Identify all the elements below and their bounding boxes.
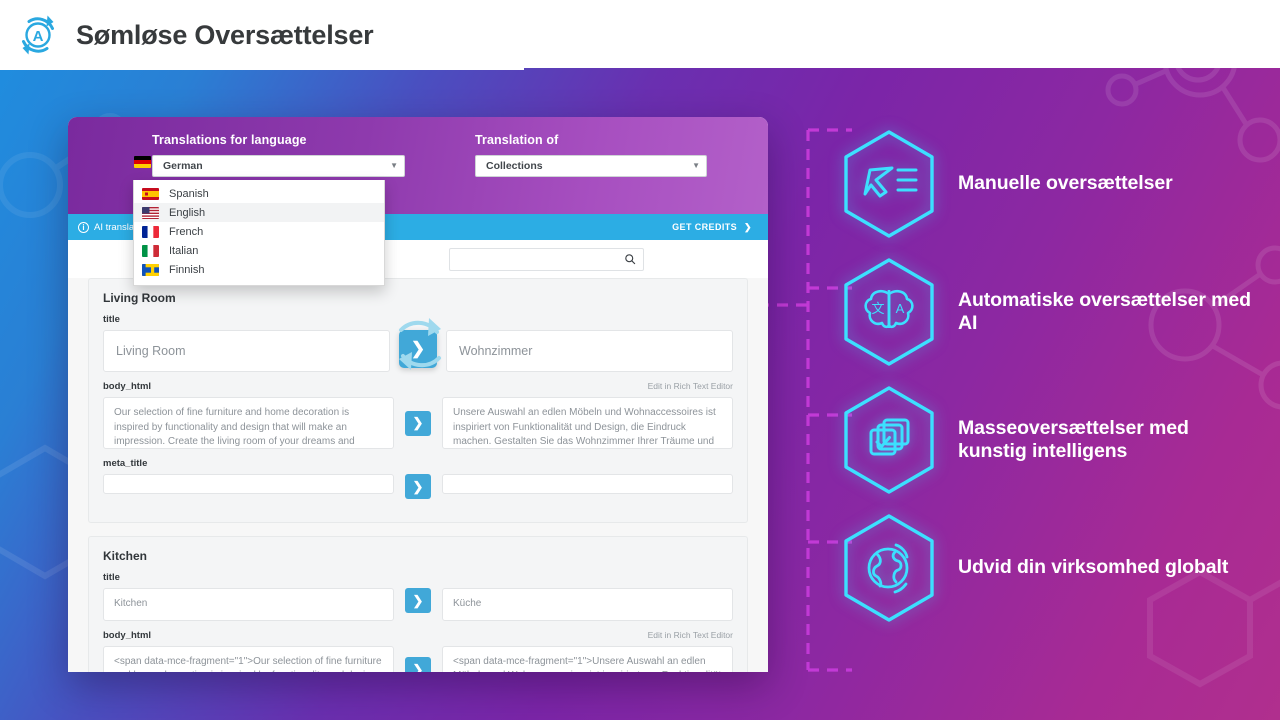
chevron-right-icon: ❯ <box>744 221 752 232</box>
info-icon: i <box>78 221 89 233</box>
cursor-lines-icon <box>840 128 938 240</box>
source-field-title[interactable]: Living Room <box>103 330 390 373</box>
language-option-italian[interactable]: Italian <box>134 241 384 260</box>
language-option-french[interactable]: French <box>134 222 384 241</box>
language-option-label: Finnish <box>169 263 205 276</box>
field-name-label: title <box>103 572 120 584</box>
feature-item-bulk-translations-ai: Masseoversættelser med kunstig intellige… <box>840 376 1280 504</box>
stacked-documents-check-icon <box>840 384 938 496</box>
target-field-body-html[interactable]: Unsere Auswahl an edlen Möbeln und Wohna… <box>442 397 733 450</box>
section-title: Kitchen <box>103 549 148 564</box>
get-credits-button[interactable]: GET CREDITS ❯ <box>672 222 752 233</box>
field-header-meta-title: meta_title <box>103 458 733 474</box>
source-field-body-html[interactable]: <span data-mce-fragment="1">Our selectio… <box>103 645 394 672</box>
feature-item-automatic-translations-ai: 文 A Automatiske oversættelser med AI <box>840 248 1280 376</box>
get-credits-label: GET CREDITS <box>672 222 738 232</box>
translations-body: Living Room title Living Room ❯ Wohnzimm… <box>68 278 768 672</box>
field-name-label: body_html <box>103 629 152 641</box>
flag-germany-icon <box>134 156 151 168</box>
chevron-down-icon: ▼ <box>390 161 398 170</box>
language-option-label: Italian <box>169 244 199 257</box>
header-banner: A Sømløse Oversættelser <box>0 0 524 70</box>
translation-of-value: Collections <box>486 160 543 172</box>
search-icon <box>625 254 636 265</box>
translate-button[interactable]: ❯ <box>405 657 431 672</box>
search-input[interactable] <box>457 253 624 265</box>
translation-row: <span data-mce-fragment="1">Our selectio… <box>103 645 733 672</box>
feature-list: Manuelle oversættelser 文 A Automatiske o… <box>840 120 1280 632</box>
language-option-spanish[interactable]: Spanish <box>134 184 384 203</box>
language-option-label: Spanish <box>169 187 209 200</box>
translate-button[interactable]: ❯ <box>405 588 431 614</box>
flag-usa-icon <box>142 206 159 219</box>
field-name-label: title <box>103 314 120 325</box>
section-panel-living-room: Living Room title Living Room ❯ Wohnzimm… <box>88 278 748 524</box>
globe-icon <box>840 512 938 624</box>
edit-rich-text-link[interactable]: Edit in Rich Text Editor <box>648 630 733 640</box>
svg-text:A: A <box>33 28 44 45</box>
flag-finland-icon <box>142 263 159 276</box>
field-header-body-html: body_html Edit in Rich Text Editor <box>103 381 733 397</box>
feature-item-expand-business-globally: Udvid din virksomhed globalt <box>840 504 1280 632</box>
search-box[interactable] <box>449 247 644 271</box>
translation-row: Kitchen ❯ Küche <box>103 588 733 621</box>
translation-row: Our selection of fine furniture and home… <box>103 397 733 450</box>
translation-row: ❯ <box>103 474 733 500</box>
language-select-value: German <box>163 160 203 172</box>
source-field-meta-title[interactable] <box>103 474 394 495</box>
language-option-label: French <box>169 225 204 238</box>
source-field-body-html[interactable]: Our selection of fine furniture and home… <box>103 397 394 450</box>
language-dropdown-list[interactable]: Spanish English French Italian Finnish <box>133 156 385 286</box>
translate-button[interactable]: ❯ <box>405 474 431 500</box>
translation-of-group: Translation of Collections ▼ <box>475 133 707 214</box>
field-name-label: meta_title <box>103 458 148 470</box>
section-panel-kitchen: Kitchen title Kitchen ❯ Küche body_html … <box>88 536 748 672</box>
flag-spain-icon <box>142 187 159 200</box>
feature-item-manual-translations: Manuelle oversættelser <box>840 120 1280 248</box>
brain-translate-ai-icon: 文 A <box>840 256 938 368</box>
field-header-title: title <box>103 314 733 330</box>
target-field-body-html[interactable]: <span data-mce-fragment="1">Unsere Auswa… <box>442 645 733 672</box>
field-name-label: body_html <box>103 381 152 393</box>
language-option-finnish[interactable]: Finnish <box>134 260 384 279</box>
translation-of-label: Translation of <box>475 133 559 147</box>
language-field-label: Translations for language <box>152 133 307 147</box>
circular-arrows-a-logo-icon: A <box>14 11 62 59</box>
feature-label: Manuelle oversættelser <box>958 172 1173 195</box>
target-field-title[interactable]: Wohnzimmer <box>446 330 733 373</box>
source-field-title[interactable]: Kitchen <box>103 588 394 621</box>
field-header-title: title <box>103 572 733 588</box>
field-header-body-html: body_html Edit in Rich Text Editor <box>103 630 733 646</box>
target-field-meta-title[interactable] <box>442 474 733 495</box>
edit-rich-text-link[interactable]: Edit in Rich Text Editor <box>648 381 733 391</box>
translation-row: Living Room ❯ Wohnzimmer <box>103 330 733 373</box>
language-option-label: English <box>169 206 206 219</box>
feature-label: Masseoversættelser med kunstig intellige… <box>958 416 1189 462</box>
feature-label: Udvid din virksomhed globalt <box>958 556 1229 579</box>
translation-of-select[interactable]: Collections ▼ <box>475 155 707 177</box>
target-field-title[interactable]: Küche <box>442 588 733 621</box>
svg-text:A: A <box>896 301 905 316</box>
page-title: Sømløse Oversættelser <box>76 19 374 50</box>
flag-italy-icon <box>142 244 159 257</box>
language-select[interactable]: German ▼ <box>152 155 405 177</box>
svg-text:文: 文 <box>871 301 884 316</box>
chevron-down-icon: ▼ <box>692 161 700 170</box>
translate-button[interactable]: ❯ <box>399 330 437 368</box>
feature-label: Automatiske oversættelser med AI <box>958 288 1251 334</box>
section-title: Living Room <box>103 291 176 305</box>
translate-button[interactable]: ❯ <box>405 410 431 436</box>
flag-france-icon <box>142 225 159 238</box>
language-option-english[interactable]: English <box>134 203 384 222</box>
